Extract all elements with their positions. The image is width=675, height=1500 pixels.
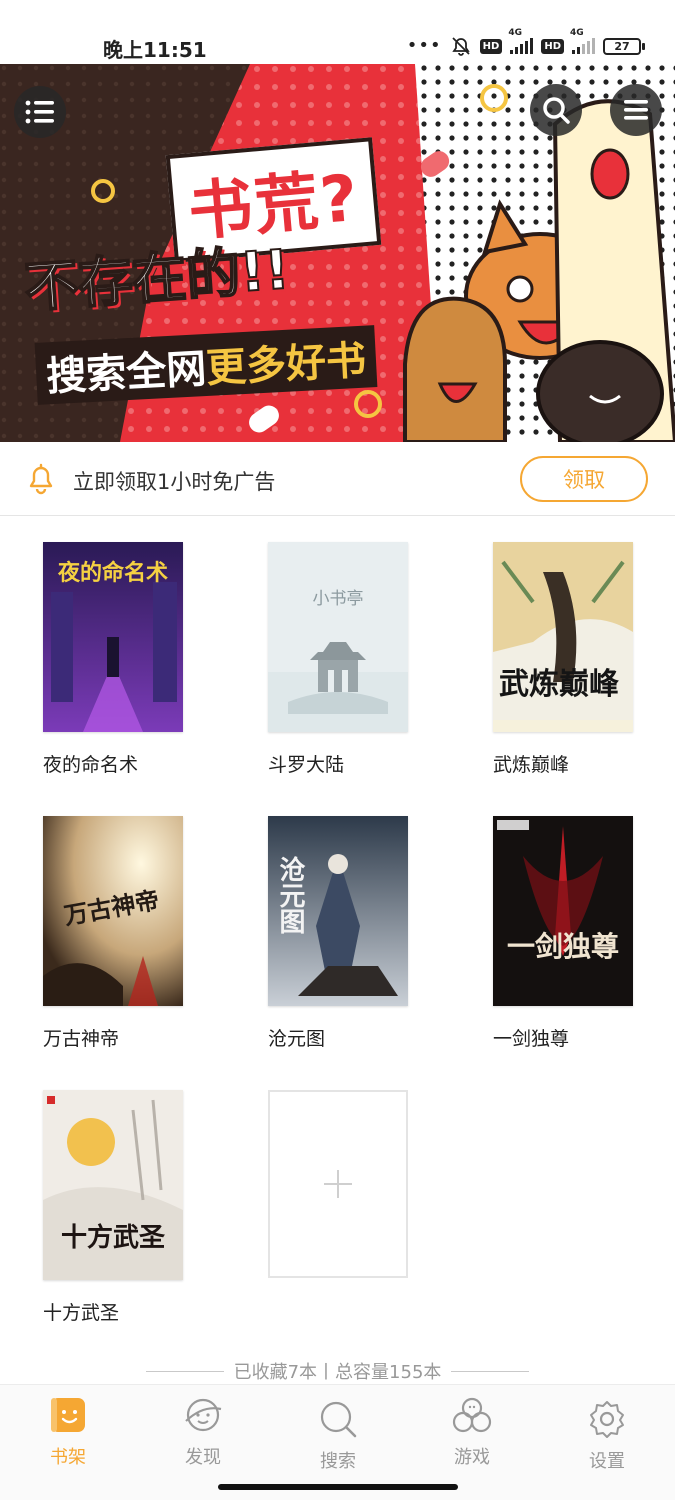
promo-banner[interactable]: 书荒? 不存在的!! 搜索全网更多好书 [0, 64, 675, 442]
tab-bookshelf[interactable]: 书架 [18, 1395, 118, 1475]
list-icon [624, 100, 648, 120]
book-title: 武炼巅峰 [493, 754, 570, 776]
book-cover: 夜的命名术 [43, 542, 183, 732]
menu-button[interactable] [14, 86, 66, 138]
book-cover: 一剑独尊 [493, 816, 633, 1006]
add-book-slot[interactable] [268, 1090, 408, 1278]
svg-text:十方武圣: 十方武圣 [61, 1222, 166, 1253]
svg-text:夜的命名术: 夜的命名术 [57, 560, 168, 586]
list-button[interactable] [610, 84, 662, 136]
tab-label: 游戏 [454, 1447, 490, 1468]
svg-text:小书亭: 小书亭 [313, 589, 364, 609]
book-title: 斗罗大陆 [268, 754, 345, 776]
tab-game[interactable]: 游戏 [422, 1395, 522, 1475]
summary-divider-right [451, 1370, 530, 1372]
tab-settings[interactable]: 设置 [557, 1395, 657, 1475]
tab-discover[interactable]: 发现 [153, 1395, 253, 1475]
status-time: 晚上11:51 [103, 38, 207, 62]
bookshelf-screen: 晚上11:51 ••• HD 4G HD 4G 27 书荒? 不存在的!! 搜索… [0, 0, 675, 1500]
tab-label: 搜索 [320, 1451, 356, 1472]
svg-text:武炼巅峰: 武炼巅峰 [499, 667, 619, 702]
collection-summary: 已收藏7本丨总容量155本 [0, 1356, 675, 1386]
claim-button[interactable]: 领取 [520, 456, 648, 502]
settings-icon [590, 1401, 624, 1438]
book-title: 沧元图 [268, 1028, 326, 1050]
book-title: 夜的命名术 [43, 754, 139, 776]
mute-bell-icon [451, 37, 470, 56]
signal-icon-2: 4G [570, 28, 595, 54]
svg-text:沧元图: 沧元图 [275, 855, 305, 934]
summary-text: 已收藏7本丨总容量155本 [233, 1362, 442, 1383]
status-icons: ••• HD 4G HD 4G 27 [406, 28, 645, 56]
tab-label: 发现 [185, 1447, 221, 1468]
ad-free-reward-bar: 立即领取1小时免广告 领取 [0, 442, 675, 516]
tab-label: 设置 [589, 1451, 625, 1472]
game-icon [452, 1397, 492, 1433]
book-cover: 万古神帝 [43, 816, 183, 1006]
search-icon [543, 97, 570, 124]
hd-badge-2: HD [541, 38, 564, 54]
menu-icon [25, 100, 54, 124]
battery-icon: 27 [603, 37, 645, 55]
tab-search[interactable]: 搜索 [288, 1395, 388, 1475]
book-title: 万古神帝 [43, 1028, 120, 1050]
plus-icon [324, 1170, 352, 1198]
banner-tagline-a: 搜索全网 [45, 346, 208, 401]
signal-icon-1: 4G [508, 28, 534, 54]
book-cover: 武炼巅峰 [493, 542, 633, 732]
svg-text:一剑独尊: 一剑独尊 [507, 930, 619, 963]
book-title: 一剑独尊 [493, 1028, 570, 1050]
book-title: 十方武圣 [43, 1302, 120, 1324]
book-cover: 十方武圣 [43, 1090, 183, 1280]
search-button[interactable] [530, 84, 582, 136]
reward-text: 立即领取1小时免广告 [73, 470, 276, 494]
book-cover: 沧元图 [268, 816, 408, 1006]
search-icon [320, 1401, 357, 1438]
bottom-tab-bar: 书架 发现 搜索 游戏 设置 [0, 1384, 675, 1500]
home-indicator [218, 1484, 458, 1490]
more-dots-icon: ••• [406, 35, 442, 56]
status-bar: 晚上11:51 ••• HD 4G HD 4G 27 [0, 0, 675, 64]
book-cover: 小书亭 [268, 542, 408, 732]
bookshelf-icon [51, 1398, 85, 1432]
tab-label: 书架 [50, 1447, 86, 1468]
summary-divider-left [145, 1370, 224, 1372]
banner-tagline-b: 更多好书 [205, 337, 368, 392]
hd-badge-1: HD [479, 38, 503, 54]
bell-icon [29, 463, 53, 495]
discover-icon [185, 1398, 222, 1432]
